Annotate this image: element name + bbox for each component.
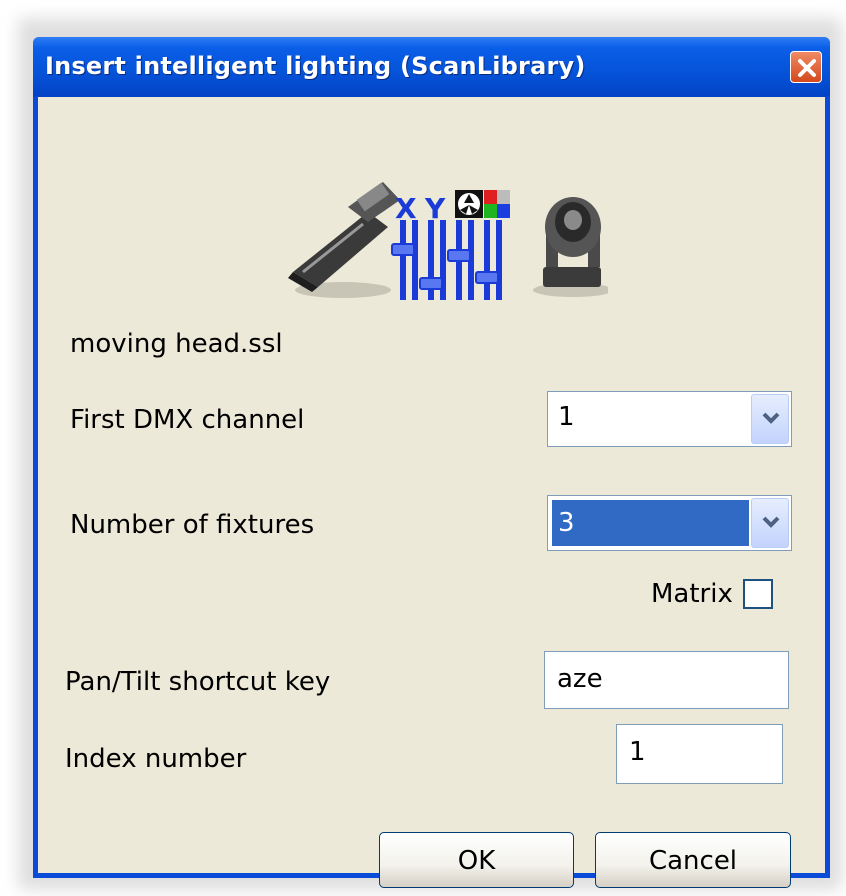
index-input[interactable]: 1 — [616, 724, 783, 784]
close-button[interactable] — [790, 51, 822, 83]
dialog-window: Insert intelligent lighting (ScanLibrary… — [33, 37, 830, 888]
fixtures-label: Number of fixtures — [70, 510, 315, 540]
scanner-icon — [288, 182, 400, 298]
index-label: Index number — [65, 744, 247, 774]
fixtures-value: 3 — [552, 500, 749, 546]
fixtures-dropdown-button[interactable] — [751, 498, 789, 548]
window-title: Insert intelligent lighting (ScanLibrary… — [45, 52, 586, 80]
first-dmx-value: 1 — [558, 402, 575, 432]
pan-tilt-input[interactable]: aze — [544, 651, 789, 709]
chevron-down-icon — [762, 412, 780, 424]
pan-tilt-label: Pan/Tilt shortcut key — [65, 667, 331, 697]
library-filename: moving head.ssl — [70, 329, 283, 359]
matrix-checkbox[interactable] — [743, 579, 773, 609]
chevron-down-icon — [762, 516, 780, 528]
fader-icon — [391, 220, 502, 300]
moving-head-icon — [533, 197, 608, 297]
first-dmx-dropdown-button[interactable] — [751, 394, 789, 444]
gobo-icon — [455, 190, 483, 218]
fixtures-select[interactable]: 3 — [547, 495, 792, 551]
title-bar[interactable]: Insert intelligent lighting (ScanLibrary… — [33, 37, 830, 97]
lighting-fixtures-icon: X Y — [288, 182, 608, 300]
ok-button[interactable]: OK — [379, 832, 574, 888]
dialog-body: X Y moving head.ssl First DMX channel 1 … — [38, 97, 825, 888]
cancel-button[interactable]: Cancel — [595, 832, 791, 888]
matrix-label: Matrix — [651, 579, 733, 609]
close-icon — [798, 59, 816, 77]
first-dmx-label: First DMX channel — [70, 405, 305, 435]
first-dmx-select[interactable]: 1 — [547, 391, 792, 447]
